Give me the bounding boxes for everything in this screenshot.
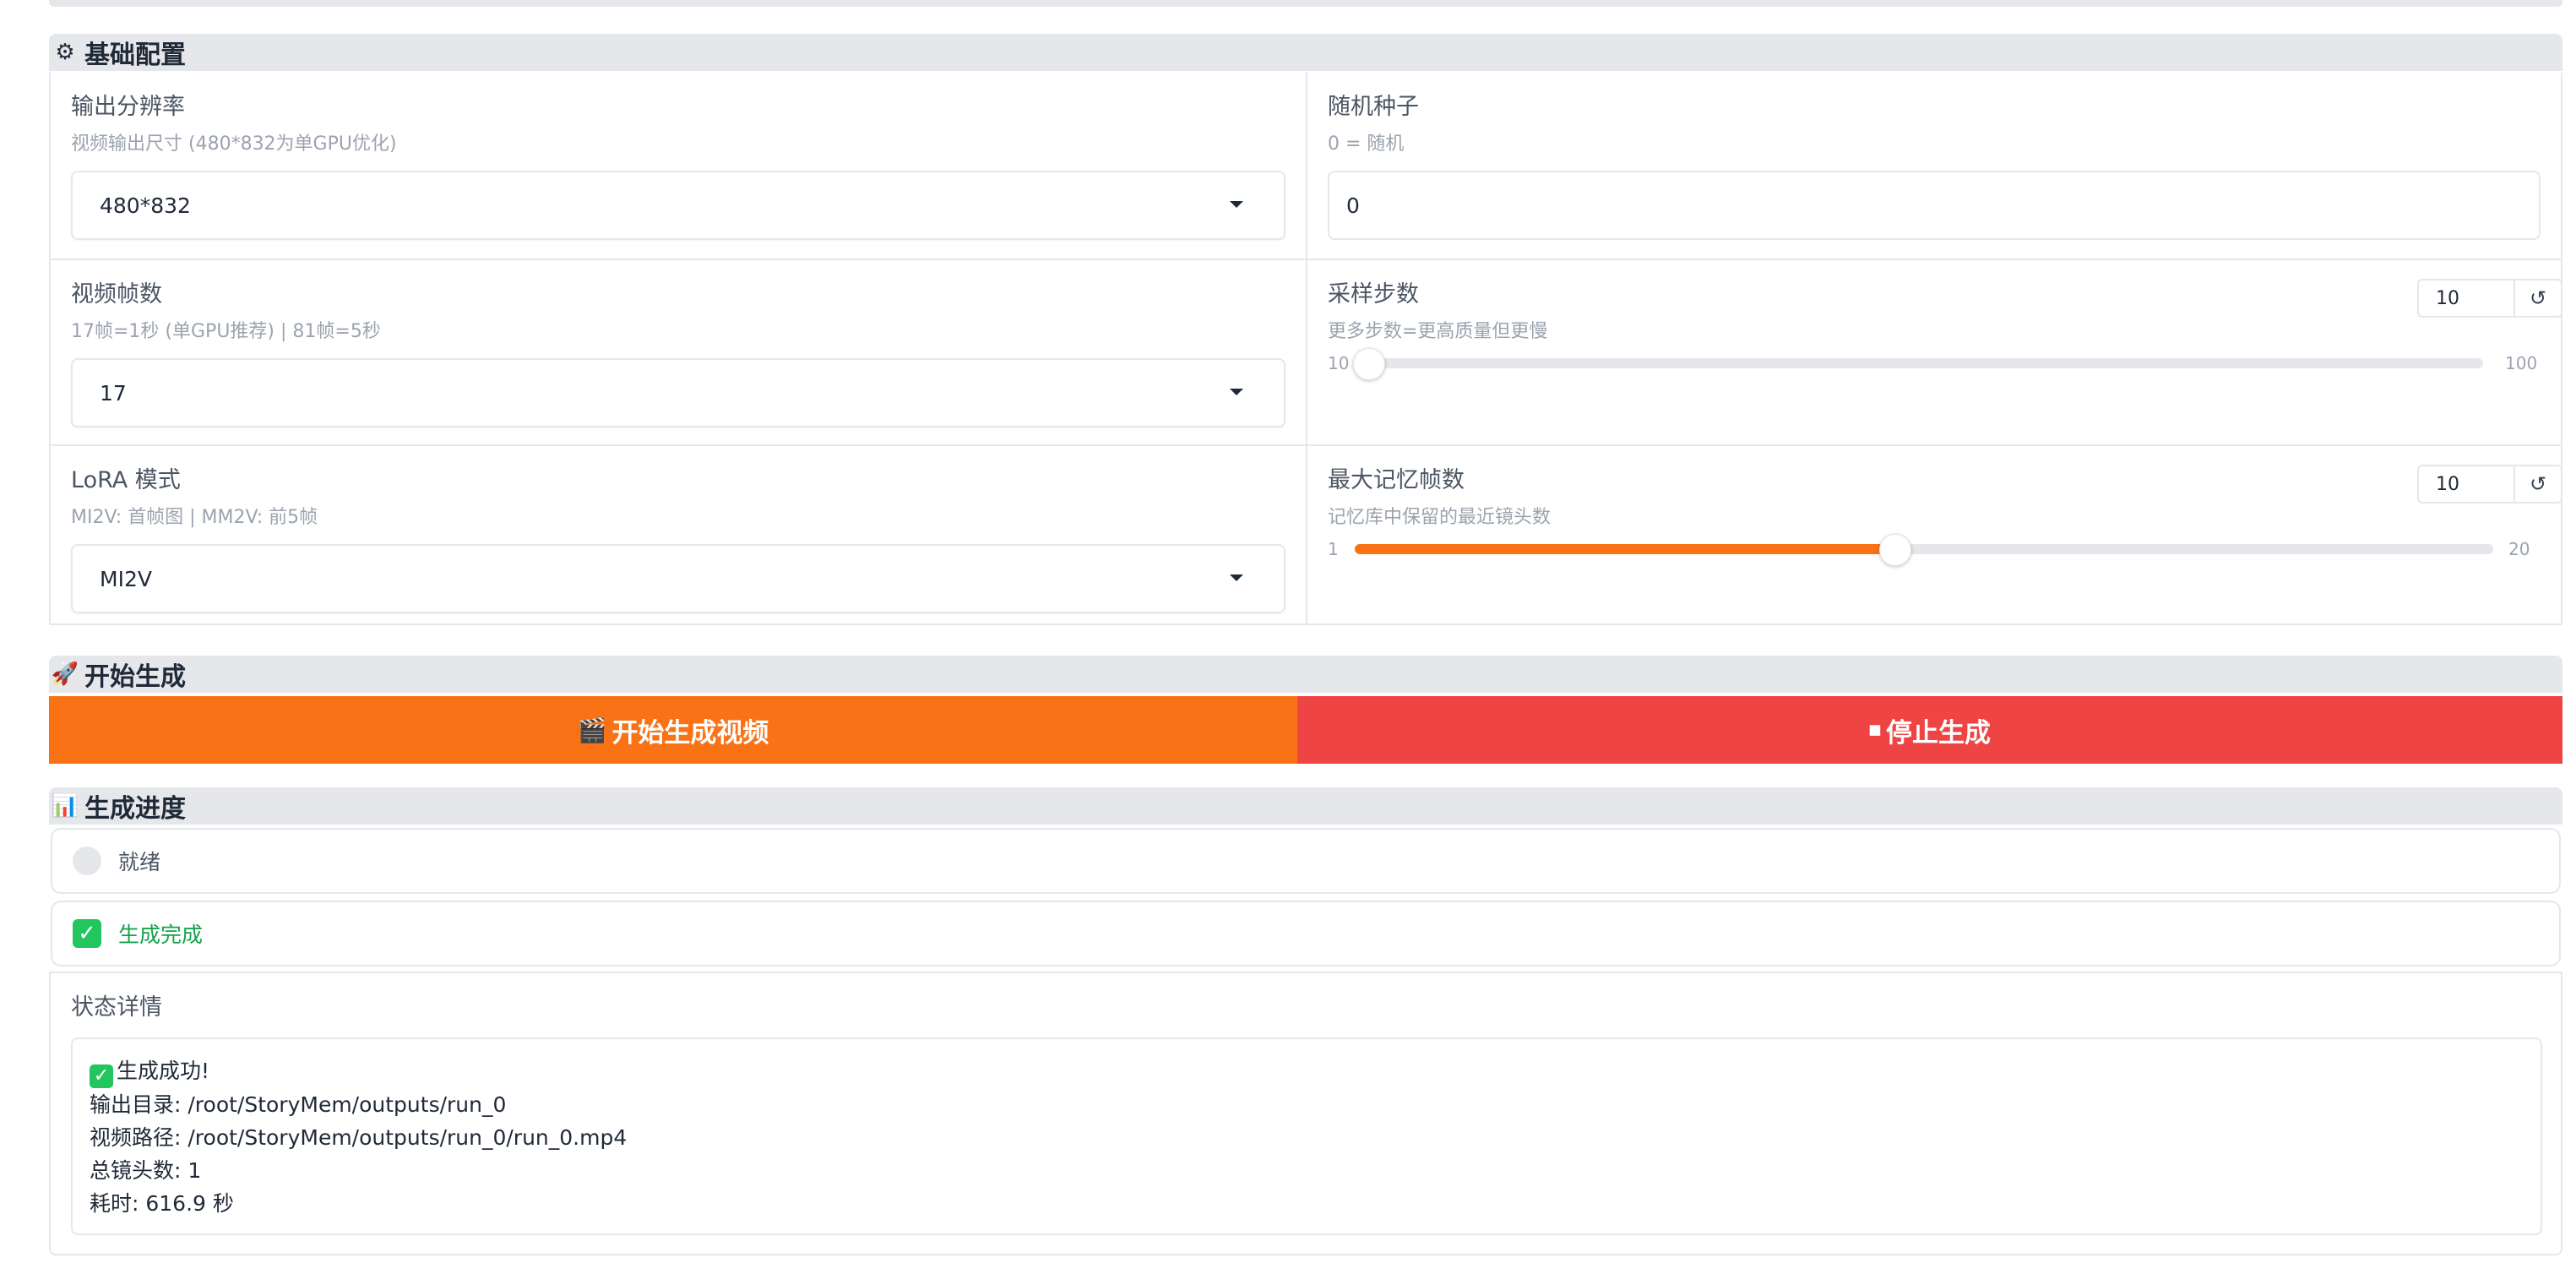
- stop-icon: ⏹: [1868, 716, 1881, 743]
- steps-slider-thumb[interactable]: [1353, 348, 1385, 380]
- frames-label: 视频帧数: [71, 281, 162, 308]
- check-mark-icon: ✓: [73, 919, 101, 948]
- details-line: 总镜头数: 1: [90, 1158, 202, 1183]
- start-generate-button[interactable]: 🎬 开始生成视频: [49, 696, 1297, 764]
- steps-min: 10: [1328, 353, 1350, 373]
- memory-block: 最大记忆帧数 记忆库中保留的最近镜头数 10 ↺ 1 20: [1307, 444, 2562, 625]
- clapper-icon: 🎬: [577, 716, 607, 744]
- resolution-label: 输出分辨率: [71, 94, 185, 120]
- lora-block: LoRA 模式 MI2V: 首帧图 | MM2V: 前5帧 MI2V: [51, 444, 1307, 625]
- lora-info: MI2V: 首帧图 | MM2V: 前5帧: [71, 507, 318, 528]
- top-border: [49, 0, 2562, 7]
- stop-generate-label: 停止生成: [1886, 717, 1991, 749]
- details-line: 视频路径: /root/StoryMem/outputs/run_0/run_0…: [90, 1125, 628, 1150]
- details-line: ✓ 生成成功!: [90, 1054, 2524, 1088]
- section-header-generate: 🚀 开始生成: [49, 656, 2562, 693]
- seed-input[interactable]: 0: [1328, 171, 2541, 240]
- reset-icon: ↺: [2529, 286, 2547, 310]
- resolution-dropdown[interactable]: 480*832: [71, 171, 1285, 240]
- gear-icon: ⚙: [55, 40, 75, 65]
- steps-label: 采样步数: [1328, 281, 1419, 308]
- lora-value: MI2V: [100, 566, 152, 591]
- section-title: 生成进度: [84, 794, 186, 824]
- status-ready-text: 就绪: [118, 850, 161, 874]
- steps-info: 更多步数=更高质量但更慢: [1328, 321, 1548, 342]
- details-line: 输出目录: /root/StoryMem/outputs/run_0: [90, 1092, 507, 1117]
- reset-icon: ↺: [2529, 472, 2547, 496]
- section-header-progress: 📊 生成进度: [49, 787, 2562, 825]
- status-details-textarea[interactable]: ✓ 生成成功! 输出目录: /root/StoryMem/outputs/run_…: [71, 1037, 2542, 1235]
- section-title: 开始生成: [84, 662, 186, 692]
- check-mark-icon: ✓: [90, 1064, 113, 1088]
- memory-reset-button[interactable]: ↺: [2515, 465, 2562, 504]
- resolution-info: 视频输出尺寸 (480*832为单GPU优化): [71, 133, 397, 155]
- status-ready: 就绪: [51, 828, 2561, 894]
- status-details-panel: 状态详情 ✓ 生成成功! 输出目录: /root/StoryMem/outputs…: [49, 972, 2562, 1255]
- seed-label: 随机种子: [1328, 94, 1419, 120]
- details-line: 耗时: 616.9 秒: [90, 1191, 234, 1216]
- section-header-config: ⚙ 基础配置: [49, 34, 2562, 71]
- seed-block: 随机种子 0 = 随机 0: [1307, 73, 2562, 259]
- steps-reset-button[interactable]: ↺: [2515, 279, 2562, 318]
- steps-max: 100: [2505, 353, 2538, 373]
- lora-dropdown[interactable]: MI2V: [71, 544, 1285, 613]
- status-done-text: 生成完成: [118, 923, 204, 947]
- stop-generate-button[interactable]: ⏹ 停止生成: [1297, 696, 2562, 764]
- bar-chart-icon: 📊: [51, 793, 79, 819]
- status-done: ✓ 生成完成: [51, 901, 2561, 966]
- steps-slider[interactable]: [1353, 348, 2483, 380]
- white-circle-icon: [73, 847, 101, 875]
- config-panel: 输出分辨率 视频输出尺寸 (480*832为单GPU优化) 480*832 随机…: [49, 73, 2562, 625]
- memory-min: 1: [1328, 539, 1339, 559]
- memory-number-input[interactable]: 10: [2417, 465, 2515, 504]
- memory-slider[interactable]: [1355, 534, 2493, 566]
- memory-slider-fill: [1355, 544, 1894, 554]
- steps-number-input[interactable]: 10: [2417, 279, 2515, 318]
- resolution-block: 输出分辨率 视频输出尺寸 (480*832为单GPU优化) 480*832: [51, 73, 1307, 259]
- memory-label: 最大记忆帧数: [1328, 467, 1465, 493]
- caret-down-icon: [1230, 574, 1243, 581]
- caret-down-icon: [1230, 389, 1243, 395]
- seed-info: 0 = 随机: [1328, 133, 1405, 155]
- frames-block: 视频帧数 17帧=1秒 (单GPU推荐) | 81帧=5秒 17: [51, 259, 1307, 444]
- memory-max: 20: [2508, 539, 2530, 559]
- steps-block: 采样步数 更多步数=更高质量但更慢 10 ↺ 10 100: [1307, 259, 2562, 444]
- frames-value: 17: [100, 380, 127, 406]
- status-details-label: 状态详情: [71, 994, 162, 1021]
- resolution-value: 480*832: [100, 193, 191, 218]
- memory-info: 记忆库中保留的最近镜头数: [1328, 507, 1552, 528]
- memory-slider-thumb[interactable]: [1878, 534, 1911, 566]
- rocket-icon: 🚀: [51, 662, 79, 687]
- caret-down-icon: [1230, 201, 1243, 208]
- frames-info: 17帧=1秒 (单GPU推荐) | 81帧=5秒: [71, 321, 381, 342]
- lora-label: LoRA 模式: [71, 467, 181, 493]
- start-generate-label: 开始生成视频: [611, 717, 769, 749]
- frames-dropdown[interactable]: 17: [71, 358, 1285, 427]
- section-title: 基础配置: [84, 41, 186, 70]
